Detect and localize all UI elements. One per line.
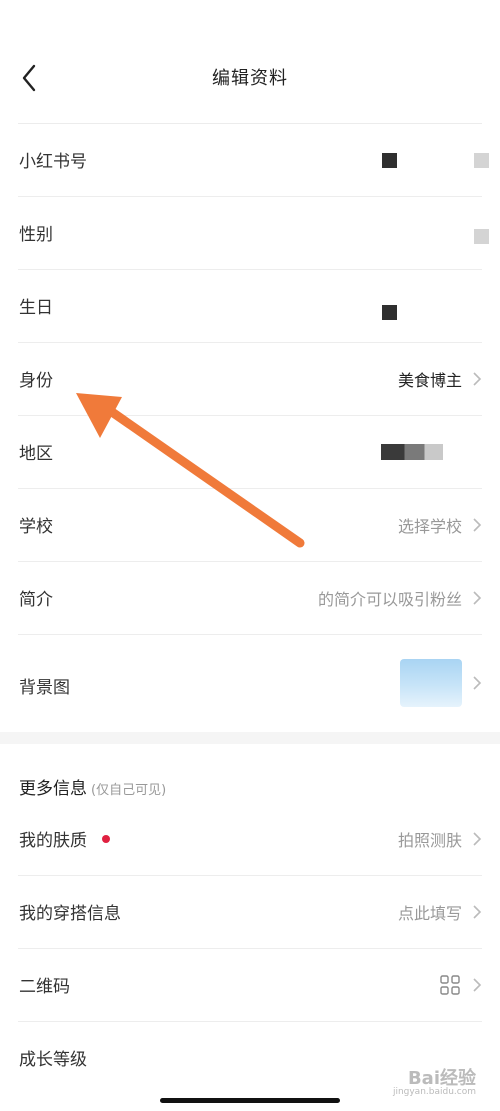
row-label: 二维码 [19, 977, 70, 997]
section-gap [0, 732, 500, 744]
row-label: 学校 [19, 517, 53, 537]
redacted-marker [474, 153, 489, 168]
row-label: 小红书号 [19, 152, 87, 172]
row-skin-type[interactable]: 我的肤质 拍照测肤 [0, 803, 500, 876]
row-outfit-info[interactable]: 我的穿搭信息 点此填写 [0, 876, 500, 949]
qr-code-icon [440, 975, 460, 995]
row-bio[interactable]: 简介 的简介可以吸引粉丝 [0, 562, 500, 635]
chevron-right-icon [473, 978, 482, 992]
row-gender[interactable]: 性别 [0, 197, 500, 270]
watermark-sub: jingyan.baidu.com [392, 1087, 476, 1097]
outfit-value: 点此填写 [397, 904, 462, 923]
page-title: 编辑资料 [212, 68, 288, 89]
row-school[interactable]: 学校 选择学校 [0, 489, 500, 562]
redacted-value [382, 153, 397, 168]
row-region[interactable]: 地区 [0, 416, 500, 489]
chevron-right-icon [473, 372, 482, 386]
section-title: 更多信息 [19, 779, 87, 799]
notification-dot [102, 835, 110, 843]
school-value: 选择学校 [397, 517, 462, 536]
row-label: 我的穿搭信息 [19, 904, 121, 924]
row-label: 性别 [19, 225, 53, 245]
skin-value: 拍照测肤 [397, 831, 462, 850]
section-subtitle: (仅自己可见) [91, 783, 167, 798]
chevron-right-icon [473, 905, 482, 919]
home-indicator [160, 1098, 340, 1103]
row-xiaohongshu-id[interactable]: 小红书号 [0, 124, 500, 197]
row-background[interactable]: 背景图 [0, 635, 500, 732]
row-label: 地区 [19, 444, 53, 464]
chevron-right-icon [473, 591, 482, 605]
identity-value: 美食博主 [397, 371, 462, 390]
background-thumbnail[interactable] [400, 659, 462, 707]
row-label: 生日 [19, 298, 53, 318]
row-label: 简介 [19, 590, 53, 610]
redacted-value [382, 305, 397, 320]
section-header: 更多信息 (仅自己可见) [19, 774, 166, 799]
chevron-right-icon [473, 832, 482, 846]
bio-value: 的简介可以吸引粉丝 [317, 590, 462, 609]
row-identity[interactable]: 身份 美食博主 [0, 343, 500, 416]
row-label: 成长等级 [19, 1050, 87, 1070]
row-label: 身份 [19, 371, 53, 391]
row-label: 我的肤质 [19, 831, 87, 851]
row-birthday[interactable]: 生日 [0, 270, 500, 343]
redacted-region [381, 444, 443, 460]
redacted-marker [474, 229, 489, 244]
row-label: 背景图 [19, 678, 70, 698]
chevron-right-icon [473, 518, 482, 532]
chevron-right-icon [473, 676, 482, 690]
nav-bar: 编辑资料 [0, 38, 500, 118]
row-qr-code[interactable]: 二维码 [0, 949, 500, 1022]
